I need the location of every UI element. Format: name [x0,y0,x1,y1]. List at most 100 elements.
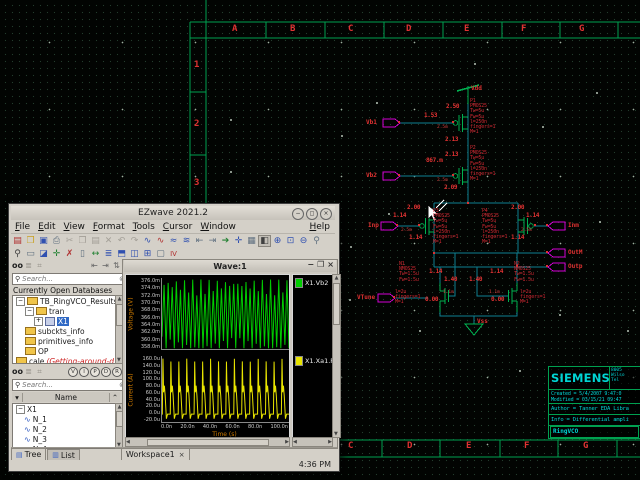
sort-toggle-icon[interactable]: ⇅ [111,261,122,270]
overlay-plot-icon[interactable]: ≋ [180,235,193,247]
menu-file[interactable]: File [11,222,34,232]
zoom-fit-icon[interactable]: ⚲ [310,235,323,247]
tree-item-op[interactable]: OP [13,346,115,356]
collapse-icon[interactable]: − [25,307,34,316]
legend-entry-x1.vb2[interactable]: X1.Vb2 [295,278,328,288]
tree-item-label[interactable]: OP [38,347,48,356]
ezwave-window[interactable]: EZwave 2021.2 − ◻ × FileEditViewFormatTo… [8,203,340,472]
binoculars-icon[interactable]: oo [12,367,23,376]
signals-header[interactable]: ▾ Name ⌃ [12,392,120,402]
calculator-icon[interactable]: ◪ [37,248,50,260]
fit-x-icon[interactable]: ↔ [89,248,102,260]
export-icon[interactable]: ➔ [219,235,232,247]
list-icon[interactable]: ≣ [23,367,34,376]
sort-asc-icon[interactable]: ⇤ [89,261,100,270]
tree-item-cale[interactable]: cale(Getting-around-d [13,356,115,364]
tree-item-tb_ringvco_resultspa[interactable]: −TB_RingVCO_ResultsPa [13,296,115,306]
current-plot[interactable]: Current (A)160.0u140.0u120.0u100.0u80.0u… [126,356,289,423]
database-search-box[interactable]: ⚲ ⊗ [12,273,128,285]
filter-d-button[interactable]: D [101,367,111,377]
wave-vertical-scrollbar[interactable]: ▲▼ [332,274,341,438]
tree-item-x1[interactable]: + X1 [13,316,115,326]
close-workspace-icon[interactable]: × [179,451,185,459]
complex-plot-icon[interactable]: ≈ [167,235,180,247]
grid-icon[interactable]: ▦ [245,235,258,247]
legend-entry-x1.xa1.f[interactable]: X1.Xa1.F [295,356,333,366]
menu-cursor[interactable]: Cursor [159,222,197,232]
link-icon[interactable]: ⌗ [34,261,45,271]
signals-search-box[interactable]: ⚲ ⊗ [12,379,128,391]
signals-header-name[interactable]: Name [23,393,110,402]
wave-minimize-button[interactable]: − [307,260,314,269]
add-cursor-icon[interactable]: ✛ [50,248,63,260]
signal-item-n_3[interactable]: ∿N_3 [13,434,115,444]
window-close-button[interactable]: × [320,208,332,220]
filter-dropdown-icon[interactable]: ▾ [12,393,23,402]
measure-icon[interactable]: ⚲ [11,248,24,260]
sort-desc-icon[interactable]: ⇥ [100,261,111,270]
tile-vertical-icon[interactable]: ◫ [128,248,141,260]
link-icon[interactable]: ⌗ [34,367,45,377]
filter-i-button[interactable]: I [79,367,89,377]
tree-item-tran[interactable]: −tran [13,306,115,316]
filter-v-button[interactable]: V [68,367,78,377]
window-maximize-button[interactable]: ◻ [306,208,318,220]
new-waveform-icon[interactable]: ∿ [141,235,154,247]
print-icon[interactable]: ⎙ [50,235,63,247]
results-db-icon[interactable]: ▤ [11,235,24,247]
signal-item-n_2[interactable]: ∿N_2 [13,424,115,434]
previous-view-icon[interactable]: ⇤ [193,235,206,247]
voltage-plot[interactable]: Voltage (V)376.0m374.0m372.0m370.0m368.0… [126,278,289,350]
collapse-icon[interactable]: ⌃ [110,393,120,402]
signals-search-input[interactable] [22,381,117,389]
signal-item-n_1[interactable]: ∿N_1 [13,414,115,424]
zoom-in-icon[interactable]: ⊕ [271,235,284,247]
save-icon[interactable]: ▣ [37,235,50,247]
tree-item-label[interactable]: primitives_info [38,337,93,346]
menu-format[interactable]: Format [89,222,129,232]
scroll-left-icon[interactable]: ◀ [126,439,130,445]
zoom-out-icon[interactable]: ⊖ [297,235,310,247]
plot-area[interactable] [161,278,289,350]
wave-child-window[interactable]: Wave:1 − ❐ × Voltage (V)376.0m374.0m372.… [122,259,338,449]
window-titlebar[interactable]: EZwave 2021.2 − ◻ × [11,206,335,220]
pan-icon[interactable]: ✛ [232,235,245,247]
signal-item-label[interactable]: N_3 [33,435,47,444]
expand-icon[interactable]: + [34,317,43,326]
tree-item-subckts_info[interactable]: subckts_info [13,326,115,336]
tree-item-label[interactable]: cale [29,357,44,365]
tree-item-label[interactable]: subckts_info [38,327,85,336]
add-waveform-icon[interactable]: ∿ [154,235,167,247]
tree-item-label[interactable]: X1 [57,317,69,326]
menu-window[interactable]: Window [196,222,240,232]
legend-panel[interactable]: X1.Vb2 X1.Xa1.F [292,274,333,438]
next-view-icon[interactable]: ⇥ [206,235,219,247]
scroll-right-icon[interactable]: ▶ [328,439,332,445]
delete-cursor-icon[interactable]: ✗ [63,248,76,260]
binoculars-icon[interactable]: oo [12,261,23,270]
scroll-right-icon[interactable]: ▶ [285,439,289,445]
tile-grid-icon[interactable]: ⊞ [141,248,154,260]
open-icon[interactable]: ❒ [24,235,37,247]
signal-item-label[interactable]: N_2 [33,425,47,434]
dock-panel-icon[interactable]: ◧ [258,235,271,247]
zoom-box-icon[interactable]: ⊡ [284,235,297,247]
list-icon[interactable]: ≣ [23,261,34,270]
plot-area[interactable] [161,356,289,423]
collapse-icon[interactable]: − [16,297,25,306]
wave-close-button[interactable]: × [327,260,334,269]
new-page-icon[interactable]: ▯ [76,248,89,260]
snapshot-icon[interactable]: ▢ [154,248,167,260]
signal-item-label[interactable]: N_1 [33,415,47,424]
menu-view[interactable]: View [60,222,89,232]
tree-item-primitives_info[interactable]: primitives_info [13,336,115,346]
signals-list[interactable]: −X1∿N_1∿N_2∿N_3∿N_4 [12,403,116,449]
filter-r-button[interactable]: R [112,367,122,377]
database-tree[interactable]: −TB_RingVCO_ResultsPa−tran+ X1subckts_inf… [12,295,116,364]
plot-horizontal-scrollbar[interactable]: ◀▶ [125,437,290,447]
window-minimize-button[interactable]: − [292,208,304,220]
iv-plot-icon[interactable]: IV [167,248,180,260]
menu-edit[interactable]: Edit [34,222,59,232]
legend-horizontal-scrollbar[interactable]: ◀▶ [292,437,333,447]
wave-restore-button[interactable]: ❐ [317,260,324,269]
